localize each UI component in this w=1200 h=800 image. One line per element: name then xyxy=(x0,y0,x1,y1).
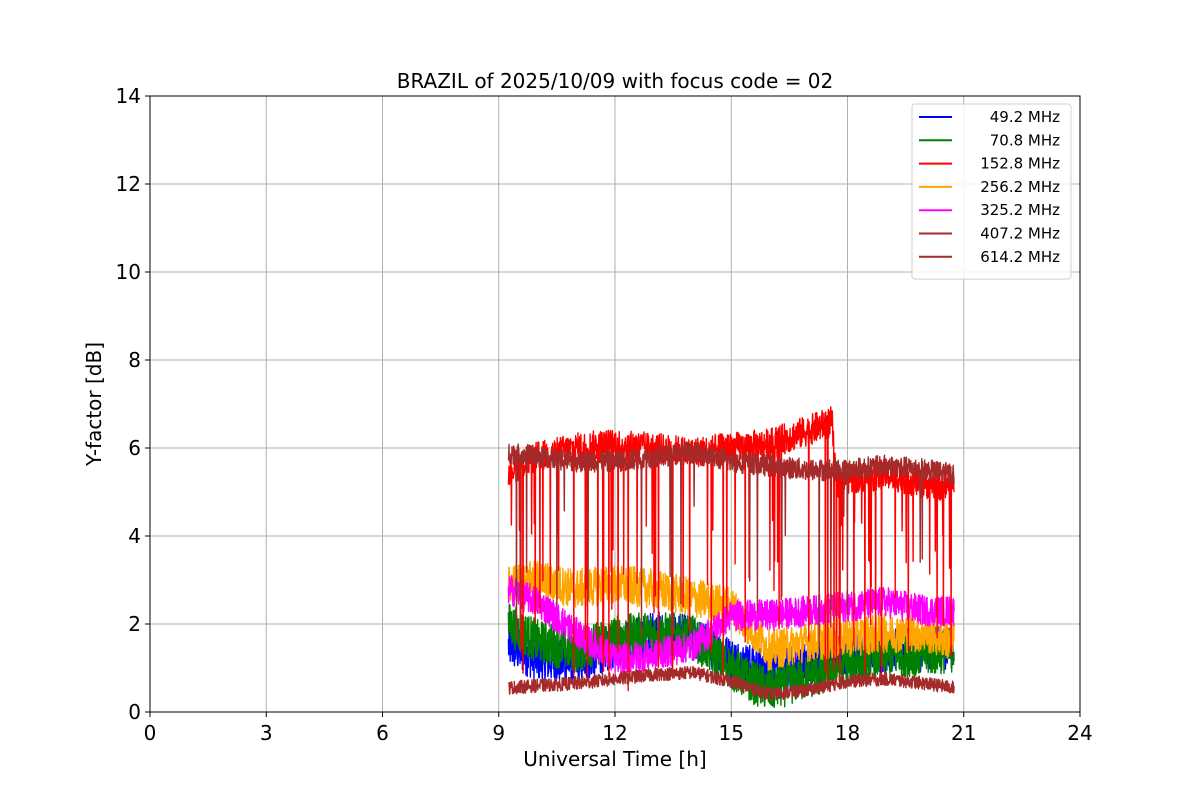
legend-label: 325.2 MHz xyxy=(980,201,1060,219)
y-tick-label: 0 xyxy=(128,700,141,724)
y-tick-label: 14 xyxy=(116,84,141,108)
y-tick-label: 10 xyxy=(116,260,141,284)
legend-label: 152.8 MHz xyxy=(980,155,1060,173)
x-tick-label: 12 xyxy=(602,721,627,745)
legend-label: 614.2 MHz xyxy=(980,248,1060,266)
x-tick-label: 3 xyxy=(260,721,273,745)
legend-label: 407.2 MHz xyxy=(980,225,1060,243)
y-tick-label: 6 xyxy=(128,436,141,460)
chart: BRAZIL of 2025/10/09 with focus code = 0… xyxy=(0,0,1200,800)
y-tick-label: 4 xyxy=(128,524,141,548)
chart-title: BRAZIL of 2025/10/09 with focus code = 0… xyxy=(397,69,834,93)
x-tick-label: 24 xyxy=(1067,721,1092,745)
x-tick-label: 15 xyxy=(719,721,744,745)
x-tick-label: 18 xyxy=(835,721,860,745)
x-tick-label: 0 xyxy=(144,721,157,745)
legend-label: 70.8 MHz xyxy=(990,131,1060,149)
y-tick-label: 2 xyxy=(128,612,141,636)
x-tick-label: 6 xyxy=(376,721,389,745)
x-tick-label: 9 xyxy=(492,721,505,745)
y-tick-label: 8 xyxy=(128,348,141,372)
legend-label: 49.2 MHz xyxy=(990,108,1060,126)
legend: 49.2 MHz 70.8 MHz 152.8 MHz 256.2 MHz 325.2… xyxy=(911,103,1072,280)
y-axis-label: Y-factor [dB] xyxy=(82,342,106,467)
y-tick-label: 12 xyxy=(116,172,141,196)
x-tick-label: 21 xyxy=(951,721,976,745)
x-axis-label: Universal Time [h] xyxy=(523,747,706,771)
legend-label: 256.2 MHz xyxy=(980,178,1060,196)
